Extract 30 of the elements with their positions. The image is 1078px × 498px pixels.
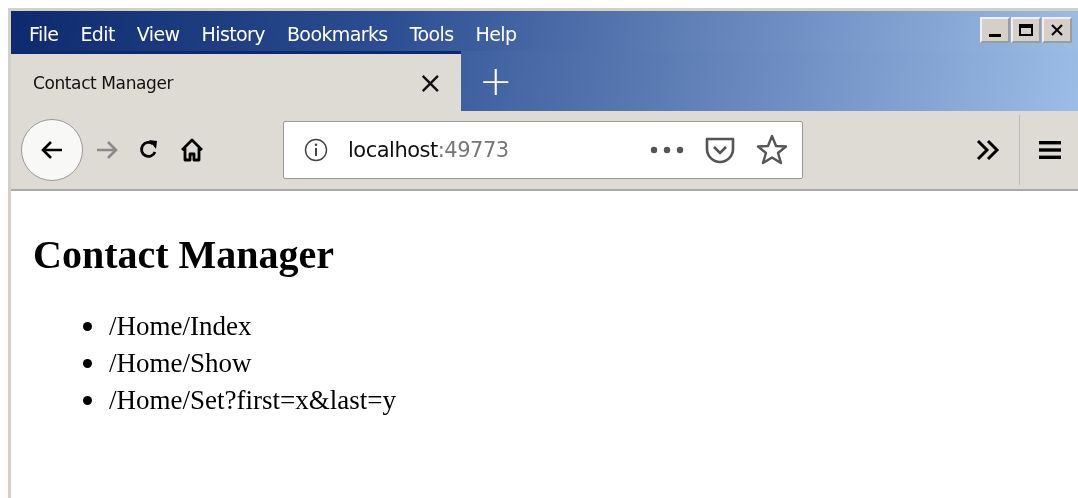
list-item-text: /Home/Index <box>109 311 252 342</box>
close-icon[interactable] <box>1042 17 1072 43</box>
menu-item[interactable]: View <box>128 19 188 49</box>
page-heading: Contact Manager <box>33 231 336 278</box>
list-item-text: /Home/Show <box>109 348 252 379</box>
url-text: localhost:49773 <box>348 138 509 162</box>
menu-item[interactable]: Help <box>467 19 525 49</box>
menu-item[interactable]: Bookmarks <box>278 19 396 49</box>
browser-tab[interactable]: Contact Manager × <box>11 51 461 111</box>
bullet-icon <box>83 322 92 331</box>
more-dots-icon[interactable] <box>650 146 684 154</box>
maximize-icon[interactable] <box>1011 17 1041 43</box>
pocket-icon[interactable] <box>704 136 736 164</box>
address-bar[interactable]: localhost:49773 <box>283 121 803 179</box>
menu-icon[interactable] <box>1038 139 1062 161</box>
star-icon[interactable] <box>756 134 788 166</box>
close-tab-button[interactable]: × <box>417 67 443 98</box>
menu-item[interactable]: Tools <box>401 19 462 49</box>
new-tab-button[interactable]: + <box>479 61 513 101</box>
back-arrow-icon <box>40 140 64 160</box>
home-icon[interactable] <box>179 137 205 163</box>
menu-item[interactable]: History <box>193 19 273 49</box>
minimize-icon[interactable] <box>980 17 1010 43</box>
chevrons-icon[interactable] <box>975 139 1001 161</box>
info-icon[interactable] <box>304 138 328 162</box>
list-item-text: /Home/Set?first=x&last=y <box>109 385 396 416</box>
menu-item[interactable]: Edit <box>72 19 123 49</box>
bullet-icon <box>83 359 92 368</box>
bullet-icon <box>83 396 92 405</box>
menu-item[interactable]: File <box>21 19 67 49</box>
